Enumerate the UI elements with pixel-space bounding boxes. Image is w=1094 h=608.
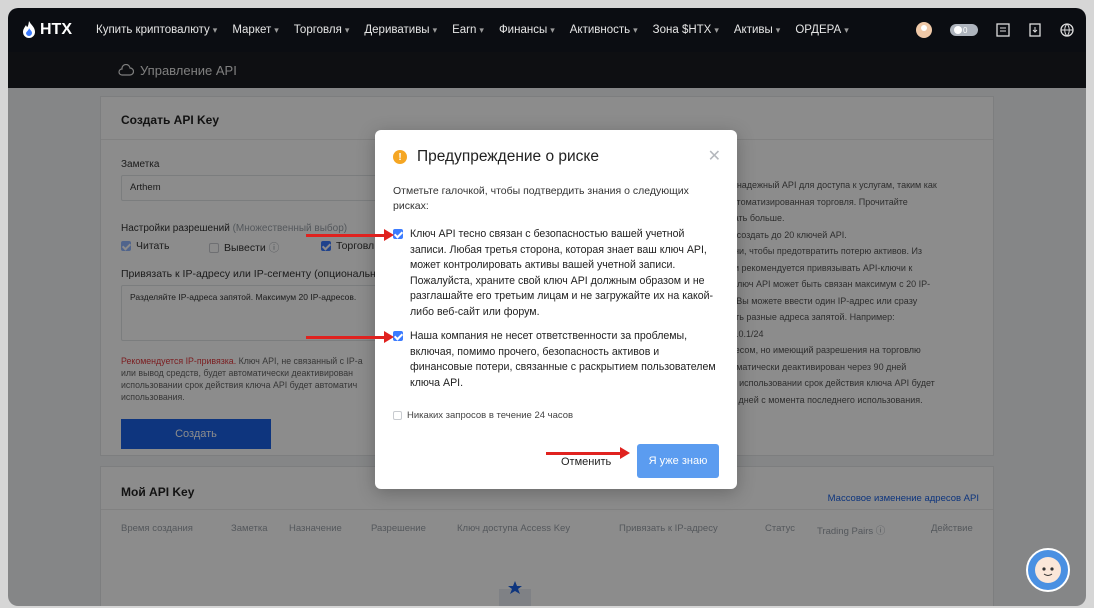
orders-icon[interactable] — [996, 23, 1010, 37]
nav-item-label: Купить криптовалюту — [96, 24, 210, 36]
nav-item[interactable]: Купить криптовалюту ▾ — [96, 24, 217, 36]
annotation-arrow — [306, 229, 394, 241]
nav-item[interactable]: Маркет ▾ — [232, 24, 278, 36]
nav-item-label: Финансы — [498, 24, 548, 36]
chevron-down-icon: ▾ — [344, 25, 350, 35]
chevron-down-icon: ▾ — [274, 25, 279, 35]
no-requests-option[interactable]: Никаких запросов в течение 24 часов — [393, 410, 573, 421]
nav-item-label: Торговля — [293, 24, 342, 36]
avatar-icon[interactable] — [916, 22, 932, 38]
globe-icon[interactable] — [1060, 23, 1074, 37]
header-icons: 0 — [898, 8, 1074, 52]
nav-item[interactable]: Активы ▾ — [734, 24, 780, 36]
nav-item[interactable]: Торговля ▾ — [294, 24, 350, 36]
no-requests-checkbox[interactable] — [393, 411, 402, 420]
dialog-intro: Отметьте галочкой, чтобы подтвердить зна… — [393, 185, 689, 212]
nav-item-label: Активность — [569, 24, 631, 36]
support-chat-icon[interactable] — [1026, 548, 1070, 592]
htx-logo[interactable]: HTX — [22, 21, 72, 39]
chevron-down-icon: ▾ — [479, 25, 484, 35]
annotation-arrow — [546, 447, 630, 459]
chevron-down-icon: ▾ — [432, 25, 438, 35]
wallet-toggle-icon[interactable]: 0 — [950, 24, 978, 36]
risk-item-1[interactable]: Ключ API тесно связан с безопасностью ва… — [393, 227, 723, 320]
chevron-down-icon: ▾ — [633, 25, 638, 35]
nav-item[interactable]: Деривативы ▾ — [364, 24, 437, 36]
nav-item-label: Деривативы — [364, 24, 430, 36]
dialog-title: Предупреждение о риске — [417, 148, 600, 165]
nav-item[interactable]: Финансы ▾ — [499, 24, 555, 36]
risk-checkbox-2[interactable] — [393, 331, 403, 341]
chevron-down-icon: ▾ — [844, 25, 849, 35]
app-window: HTX Купить криптовалюту ▾ Маркет ▾ Торговля ▾… — [8, 8, 1086, 606]
top-navbar: HTX Купить криптовалюту ▾ Маркет ▾ Торговля ▾… — [8, 8, 1086, 52]
nav-item[interactable]: Активность ▾ — [570, 24, 638, 36]
risk-checkbox-1[interactable] — [393, 229, 403, 239]
nav-item[interactable]: Earn ▾ — [452, 24, 484, 36]
nav-item-label: Зона $HTX — [652, 24, 712, 36]
download-icon[interactable] — [1028, 23, 1042, 37]
chevron-down-icon: ▾ — [212, 25, 218, 35]
chevron-down-icon: ▾ — [550, 25, 555, 35]
risk-item-2[interactable]: Наша компания не несет ответственности з… — [393, 329, 723, 391]
flame-icon — [23, 21, 35, 38]
nav-item-label: Маркет — [232, 24, 272, 36]
chevron-down-icon: ▾ — [714, 25, 719, 35]
nav-item-label: Активы — [733, 24, 773, 36]
nav-item-label: Earn — [452, 24, 477, 36]
confirm-button[interactable]: Я уже знаю — [637, 444, 719, 478]
chevron-down-icon: ▾ — [775, 25, 781, 35]
nav-item[interactable]: Зона $HTX ▾ — [653, 24, 719, 36]
warning-icon: ! — [393, 150, 407, 164]
annotation-arrow — [306, 331, 394, 343]
svg-text:0: 0 — [963, 26, 968, 35]
dialog-header: ! Предупреждение о риске — [393, 148, 599, 166]
main-menu: Купить криптовалюту ▾ Маркет ▾ Торговля ▾ Дери… — [96, 24, 864, 36]
logo-text: HTX — [40, 21, 72, 38]
cancel-button[interactable]: Отменить — [561, 456, 611, 468]
nav-item-label: ОРДЕРА — [795, 24, 842, 36]
risk-warning-dialog: ! Предупреждение о риске ✕ Отметьте гало… — [375, 130, 737, 489]
nav-item[interactable]: ОРДЕРА ▾ — [795, 24, 848, 36]
close-icon[interactable]: ✕ — [708, 146, 721, 166]
